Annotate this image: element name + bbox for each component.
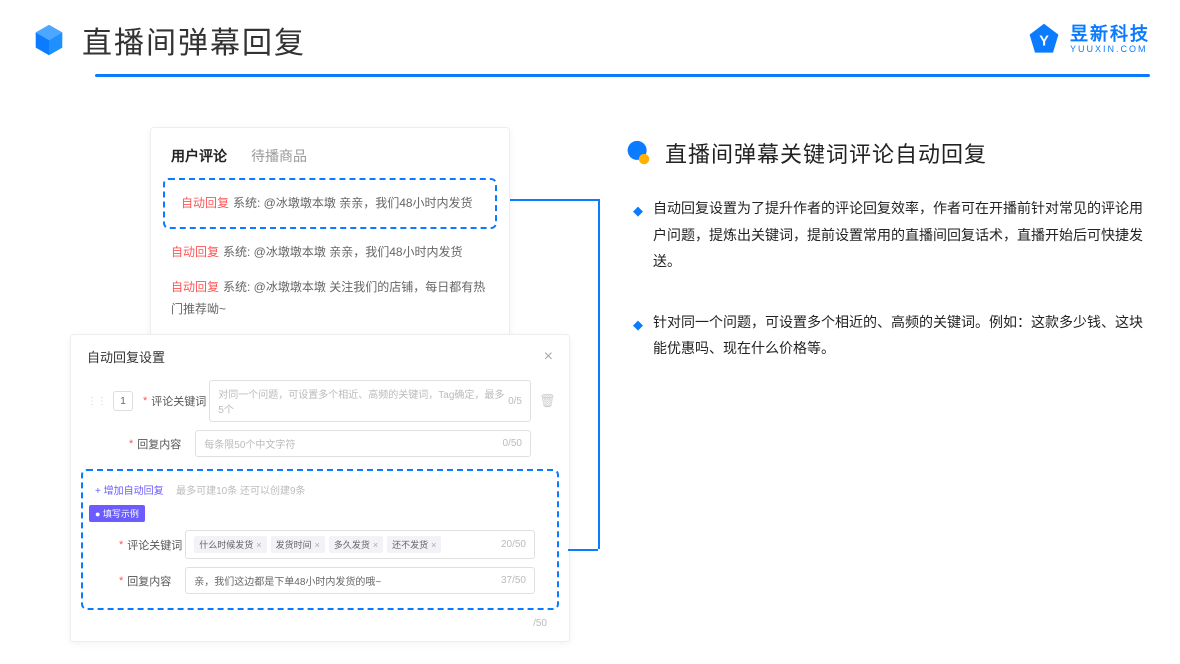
- cube-icon: [30, 21, 68, 59]
- keyword-label: 评论关键词: [151, 393, 209, 409]
- trailing-count: /50: [71, 618, 569, 629]
- example-section: + 增加自动回复 最多可建10条 还可以创建9条 ● 填写示例 * 评论关键词 …: [81, 469, 559, 610]
- brand-logo-icon: Y: [1026, 22, 1062, 58]
- content-input[interactable]: 每条限50个中文字符0/50: [195, 430, 531, 457]
- settings-card: 自动回复设置 × ⋮⋮ 1 * 评论关键词 对同一个问题，可设置多个相近、高频的…: [70, 334, 570, 642]
- example-content-input[interactable]: 亲，我们这边都是下单48小时内发货的哦~37/50: [185, 567, 535, 594]
- rule-number: 1: [113, 391, 133, 411]
- example-keyword-input[interactable]: 什么时候发货× 发货时间× 多久发货× 还不发货× 20/50: [185, 530, 535, 559]
- connector-line: [510, 199, 598, 201]
- drag-icon[interactable]: ⋮⋮: [87, 396, 107, 407]
- example-content-label: 回复内容: [127, 573, 185, 589]
- connector-line: [568, 549, 598, 551]
- diamond-icon: ◆: [633, 313, 643, 362]
- brand-sub: YUUXIN.COM: [1070, 45, 1150, 55]
- content-label: 回复内容: [137, 436, 195, 452]
- brand-name: 昱新科技: [1070, 25, 1150, 45]
- tag: 什么时候发货×: [194, 536, 266, 553]
- keyword-input[interactable]: 对同一个问题，可设置多个相近、高频的关键词，Tag确定，最多5个0/5: [209, 380, 531, 422]
- bullet-item: ◆针对同一个问题，可设置多个相近的、高频的关键词。例如：这款多少钱、这块能优惠吗…: [633, 309, 1150, 362]
- tab-pending-goods[interactable]: 待播商品: [251, 146, 307, 166]
- tag: 还不发货×: [387, 536, 441, 553]
- connector-line: [598, 199, 600, 549]
- brand: Y 昱新科技 YUUXIN.COM: [1026, 22, 1150, 58]
- svg-text:Y: Y: [1039, 33, 1049, 49]
- close-icon[interactable]: ×: [544, 348, 553, 366]
- example-badge: ● 填写示例: [89, 505, 145, 522]
- highlighted-comment: 自动回复系统: @冰墩墩本墩 亲亲，我们48小时内发货: [163, 178, 497, 229]
- auto-reply-label: 自动回复: [181, 196, 229, 210]
- section-title: 直播间弹幕关键词评论自动回复: [665, 137, 987, 169]
- add-hint: 最多可建10条 还可以创建9条: [176, 486, 305, 497]
- diamond-icon: ◆: [633, 199, 643, 275]
- bullet-item: ◆自动回复设置为了提升作者的评论回复效率，作者可在开播前针对常见的评论用户问题，…: [633, 195, 1150, 275]
- auto-reply-label: 自动回复: [171, 280, 219, 294]
- page-title: 直播间弹幕回复: [82, 18, 306, 62]
- tag: 多久发货×: [329, 536, 383, 553]
- settings-title: 自动回复设置: [87, 347, 165, 366]
- delete-icon[interactable]: 🗑: [539, 393, 553, 409]
- add-reply-link[interactable]: + 增加自动回复: [95, 486, 164, 497]
- example-keyword-label: 评论关键词: [127, 537, 185, 553]
- tab-user-comments[interactable]: 用户评论: [171, 146, 227, 166]
- auto-reply-label: 自动回复: [171, 245, 219, 259]
- comment-text: 系统: @冰墩墩本墩 亲亲，我们48小时内发货: [233, 196, 473, 210]
- comments-card: 用户评论 待播商品 自动回复系统: @冰墩墩本墩 亲亲，我们48小时内发货 自动…: [150, 127, 510, 340]
- comment-text: 系统: @冰墩墩本墩 亲亲，我们48小时内发货: [223, 245, 463, 259]
- bubble-icon: [625, 140, 651, 166]
- tag: 发货时间×: [271, 536, 325, 553]
